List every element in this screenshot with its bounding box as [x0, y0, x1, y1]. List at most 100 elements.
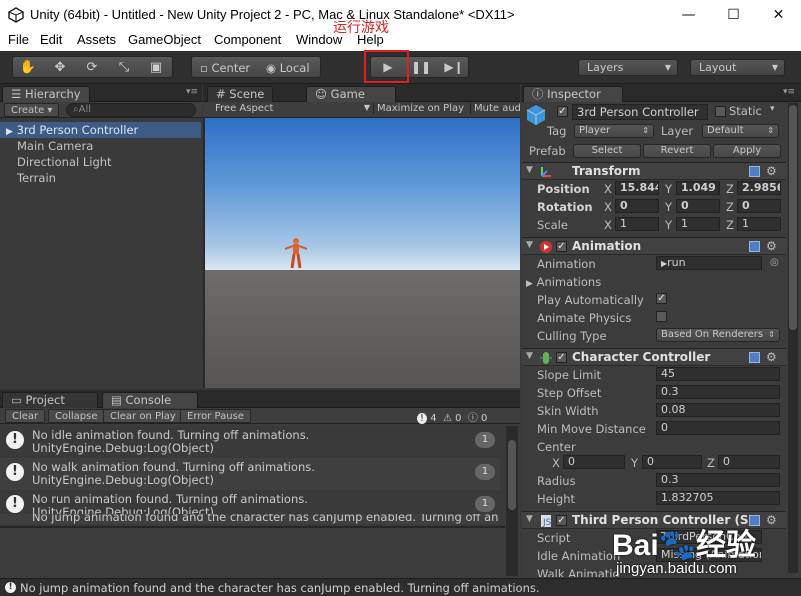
minimize-button[interactable]: — — [666, 0, 711, 30]
static-label: Static — [729, 104, 762, 118]
character-controller-header[interactable]: ▼ ✓ Character Controller ⚙ — [522, 348, 786, 366]
game-viewport[interactable] — [205, 118, 520, 388]
step-button[interactable]: ▶❙ — [438, 56, 470, 78]
inspector-scrollbar[interactable] — [788, 103, 798, 573]
culling-type-dropdown[interactable]: Based On Renderers ⇕ — [656, 328, 780, 342]
layer-dropdown[interactable]: Default ⇕ — [702, 124, 779, 138]
info-count-icon[interactable]: ⓘ — [468, 413, 478, 424]
height-field[interactable]: 1.832705 — [656, 491, 780, 505]
character-controller-enabled-checkbox[interactable]: ✓ — [556, 352, 567, 363]
close-button[interactable]: ✕ — [756, 0, 801, 30]
console-clear-on-play-button[interactable]: Clear on Play — [103, 409, 183, 423]
gear-icon[interactable]: ⚙ — [766, 164, 777, 178]
console-collapse-button[interactable]: Collapse — [48, 409, 105, 423]
move-tool-icon[interactable]: ✥ — [44, 56, 76, 78]
rotation-y-field[interactable]: 0 — [676, 199, 720, 213]
rect-tool-icon[interactable]: ▣ — [140, 56, 172, 78]
static-checkbox[interactable] — [715, 106, 726, 117]
status-message[interactable]: No jump animation found and the characte… — [20, 581, 540, 595]
transform-header[interactable]: ▼ Transform ⚙ — [522, 162, 786, 180]
position-z-field[interactable]: 2.9856 — [737, 181, 781, 195]
layers-dropdown[interactable]: Layers ▼ — [578, 59, 678, 76]
console-entry[interactable]: ! No walk animation found. Turning off a… — [0, 458, 500, 490]
prefab-apply-button[interactable]: Apply — [713, 144, 781, 158]
center-z-field[interactable]: 0 — [718, 455, 780, 469]
help-book-icon[interactable] — [749, 241, 760, 252]
menu-file[interactable]: File — [8, 32, 29, 47]
scale-z-field[interactable]: 1 — [737, 217, 781, 231]
position-y-field[interactable]: 1.049 — [676, 181, 720, 195]
active-checkbox[interactable]: ✓ — [557, 106, 568, 117]
inspector-scrollbar-thumb[interactable] — [789, 105, 797, 330]
panel-menu-icon[interactable]: ▾≡ — [186, 87, 198, 97]
gear-icon[interactable]: ⚙ — [766, 350, 777, 364]
tag-dropdown[interactable]: Player ⇕ — [574, 124, 654, 138]
radius-field[interactable]: 0.3 — [656, 473, 780, 487]
scale-tool-icon[interactable]: ⤡ — [108, 56, 140, 78]
expand-arrow-icon: ▶ — [6, 127, 13, 137]
console-scrollbar[interactable] — [506, 426, 518, 576]
tab-console[interactable]: ▤ Console — [102, 392, 198, 408]
hierarchy-item[interactable]: Directional Light — [0, 154, 201, 170]
skin-width-field[interactable]: 0.08 — [656, 403, 780, 417]
object-name-field[interactable]: 3rd Person Controller — [572, 104, 708, 120]
slope-limit-field[interactable]: 45 — [656, 367, 780, 381]
scale-x-field[interactable]: 1 — [615, 217, 659, 231]
play-automatically-checkbox[interactable]: ✓ — [656, 293, 667, 304]
animation-header[interactable]: ▼ ✓ Animation ⚙ — [522, 237, 786, 255]
animations-foldout[interactable]: ▶ Animations — [526, 275, 601, 289]
create-dropdown[interactable]: Create ▾ — [4, 103, 60, 117]
console-entry[interactable]: ! No idle animation found. Turning off a… — [0, 426, 500, 458]
tab-hierarchy[interactable]: ☰ Hierarchy — [2, 86, 90, 102]
position-x-field[interactable]: 15.844 — [615, 181, 659, 195]
animation-enabled-checkbox[interactable]: ✓ — [556, 241, 567, 252]
hand-tool-icon[interactable]: ✋ — [12, 56, 44, 78]
hierarchy-search-input[interactable]: ⌕All — [66, 103, 196, 117]
menu-assets[interactable]: Assets — [77, 32, 116, 47]
animate-physics-checkbox[interactable] — [656, 311, 667, 322]
menu-edit[interactable]: Edit — [40, 32, 62, 47]
panel-menu-icon[interactable]: ▾≡ — [783, 87, 795, 97]
console-subbar: Clear Collapse Clear on Play Error Pause… — [0, 408, 520, 424]
min-move-distance-field[interactable]: 0 — [656, 421, 780, 435]
rotation-x-field[interactable]: 0 — [615, 199, 659, 213]
center-x-field[interactable]: 0 — [563, 455, 625, 469]
maximize-on-play-toggle[interactable]: Maximize on Play — [373, 103, 464, 114]
object-picker-icon[interactable]: ◎ — [770, 257, 779, 268]
aspect-dropdown[interactable]: Free Aspect ▼ — [215, 103, 370, 114]
step-offset-field[interactable]: 0.3 — [656, 385, 780, 399]
help-book-icon[interactable] — [749, 352, 760, 363]
tab-inspector[interactable]: ⓘ Inspector — [523, 86, 623, 102]
gear-icon[interactable]: ⚙ — [766, 239, 777, 253]
scale-y-field[interactable]: 1 — [676, 217, 720, 231]
menu-component[interactable]: Component — [214, 32, 281, 47]
hierarchy-item[interactable]: Main Camera — [0, 138, 201, 154]
console-scrollbar-thumb[interactable] — [508, 440, 516, 510]
rotate-tool-icon[interactable]: ⟳ — [76, 56, 108, 78]
layout-dropdown[interactable]: Layout ▼ — [690, 59, 785, 76]
chevron-down-icon[interactable]: ▾ — [770, 104, 775, 114]
prefab-select-button[interactable]: Select — [573, 144, 641, 158]
console-error-pause-button[interactable]: Error Pause — [180, 409, 251, 423]
console-clear-button[interactable]: Clear — [5, 409, 46, 423]
maximize-button[interactable]: ☐ — [711, 0, 756, 30]
mute-audio-toggle[interactable]: Mute aud — [470, 103, 520, 114]
rotation-z-field[interactable]: 0 — [737, 199, 781, 213]
tab-game[interactable]: ☺ Game — [306, 86, 396, 102]
tab-scene[interactable]: # Scene — [207, 86, 274, 102]
center-y-field[interactable]: 0 — [642, 455, 702, 469]
pause-button[interactable]: ❚❚ — [405, 56, 437, 78]
hierarchy-item[interactable]: ▶ 3rd Person Controller — [0, 122, 201, 138]
prefab-revert-button[interactable]: Revert — [643, 144, 711, 158]
center-toggle[interactable]: ▫ Center — [200, 61, 250, 75]
warning-count-icon[interactable]: ⚠ — [443, 413, 452, 424]
menu-gameobject[interactable]: GameObject — [128, 32, 201, 47]
hierarchy-item[interactable]: Terrain — [0, 170, 201, 186]
animation-clip-field[interactable]: ▶run — [656, 256, 762, 270]
help-book-icon[interactable] — [749, 166, 760, 177]
error-count-icon[interactable]: ! — [417, 413, 428, 424]
third-person-enabled-checkbox[interactable]: ✓ — [556, 515, 567, 526]
tab-project[interactable]: ▭ Project — [2, 392, 98, 408]
local-toggle[interactable]: ◉ Local — [266, 61, 310, 75]
console-entry[interactable]: No jump animation found and the characte… — [0, 514, 500, 524]
